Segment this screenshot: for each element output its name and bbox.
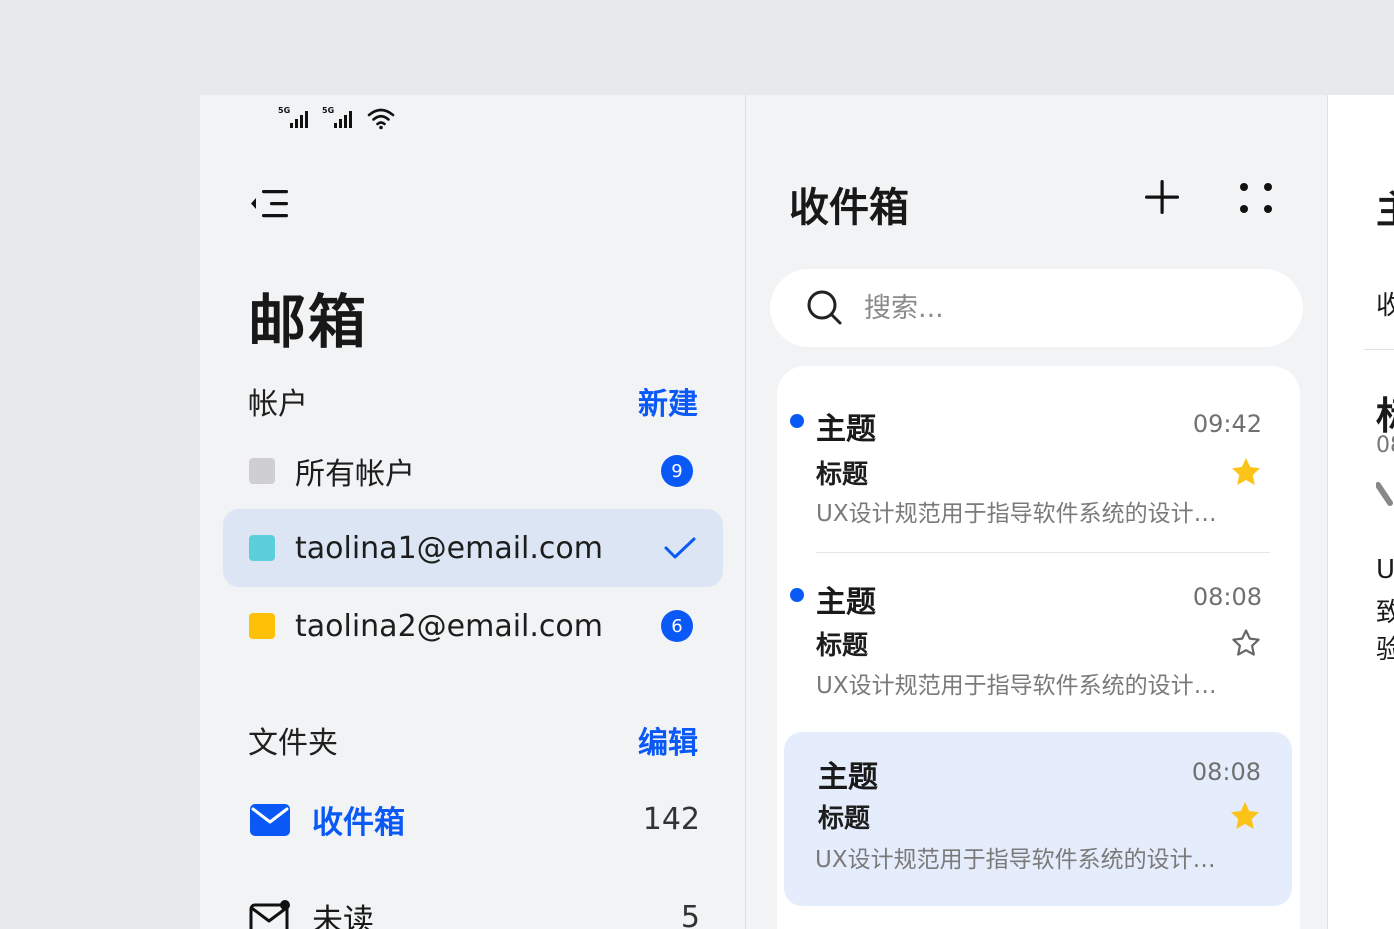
edit-folders-button[interactable]: 编辑 — [638, 718, 698, 762]
collapse-sidebar-button[interactable] — [248, 187, 292, 221]
more-dots-icon — [1240, 183, 1272, 213]
more-options-button[interactable] — [1236, 179, 1276, 219]
account-color-swatch — [249, 458, 275, 484]
detail-body-fragment: 验 — [1376, 635, 1394, 665]
network-type-label: 5G — [322, 106, 335, 115]
detail-title-fragment: 标 — [1376, 385, 1394, 440]
mail-subject: 主题 — [818, 760, 878, 795]
mail-item[interactable]: 主题 08:08 标题 UX设计规范用于指导软件系统的设计… — [777, 553, 1300, 729]
account-color-swatch — [249, 535, 275, 561]
account-name: taolina2@email.com — [295, 608, 603, 644]
mail-title: 标题 — [816, 631, 869, 661]
detail-subject-fragment: 主 — [1376, 179, 1394, 234]
network-type-label: 5G — [278, 106, 291, 115]
account-row-taolina2[interactable]: taolina2@email.com 6 — [223, 587, 723, 665]
detail-body-fragment: U — [1376, 555, 1394, 585]
checkmark-icon — [664, 537, 696, 559]
menu-collapse-icon — [251, 190, 288, 218]
mail-title: 标题 — [818, 804, 871, 834]
new-account-button[interactable]: 新建 — [638, 379, 698, 423]
mail-item[interactable]: 主题 09:42 标题 UX设计规范用于指导软件系统的设计… — [777, 366, 1300, 552]
signal-icon: 5G — [322, 106, 358, 130]
account-name: taolina1@email.com — [295, 530, 603, 566]
folder-name: 未读 — [312, 903, 374, 929]
unread-badge: 9 — [661, 455, 693, 487]
status-bar: 5G 5G — [278, 105, 396, 131]
mail-list: 主题 09:42 标题 UX设计规范用于指导软件系统的设计… 主题 08:08 … — [777, 366, 1300, 929]
mail-preview: UX设计规范用于指导软件系统的设计… — [816, 673, 1217, 699]
folder-item-inbox[interactable]: 收件箱 142 — [248, 797, 700, 842]
unread-dot — [790, 414, 804, 428]
mail-item-selected[interactable]: 主题 08:08 标题 UX设计规范用于指导软件系统的设计… — [784, 732, 1292, 906]
search-bar[interactable] — [770, 269, 1303, 347]
mail-time: 08:08 — [1191, 758, 1261, 786]
folders-label: 文件夹 — [248, 726, 338, 761]
detail-divider — [1364, 349, 1394, 350]
account-row-taolina1[interactable]: taolina1@email.com — [223, 509, 723, 587]
unread-dot — [790, 588, 804, 602]
search-icon — [807, 290, 842, 325]
page-title: 邮箱 — [248, 288, 369, 356]
plus-icon — [1145, 180, 1179, 214]
account-color-swatch — [249, 613, 275, 639]
mail-subject: 主题 — [816, 412, 876, 447]
mail-subject: 主题 — [816, 585, 876, 620]
mail-detail-pane: 主 收 标 08 U 致 验 — [1328, 95, 1394, 929]
detail-folder-fragment: 收 — [1376, 291, 1394, 321]
mail-time: 08:08 — [1192, 583, 1262, 611]
signal-icon: 5G — [278, 106, 314, 130]
folder-name: 收件箱 — [312, 805, 405, 841]
mail-time: 09:42 — [1192, 410, 1262, 438]
detail-body-fragment: 致 — [1376, 598, 1394, 628]
star-filled-icon[interactable] — [1230, 456, 1262, 488]
envelope-unread-icon — [249, 899, 290, 929]
account-row-all[interactable]: 所有帐户 9 — [223, 432, 723, 510]
inbox-title: 收件箱 — [789, 185, 909, 231]
folder-item-unread[interactable]: 未读 5 — [248, 895, 700, 929]
search-input[interactable] — [864, 292, 1264, 324]
attachment-icon — [1376, 482, 1393, 506]
star-filled-icon[interactable] — [1229, 800, 1261, 832]
mail-preview: UX设计规范用于指导软件系统的设计… — [815, 847, 1216, 873]
accounts-header: 帐户 新建 — [248, 379, 698, 423]
folder-count: 5 — [680, 900, 700, 929]
folders-header: 文件夹 编辑 — [248, 718, 698, 762]
accounts-label: 帐户 — [248, 387, 308, 422]
mail-preview: UX设计规范用于指导软件系统的设计… — [816, 501, 1217, 527]
account-name: 所有帐户 — [295, 457, 415, 492]
compose-button[interactable] — [1142, 177, 1182, 217]
wifi-icon — [367, 108, 395, 130]
folder-count: 142 — [642, 802, 700, 837]
unread-badge: 6 — [661, 610, 693, 642]
star-outline-icon[interactable] — [1230, 627, 1262, 659]
envelope-filled-icon — [250, 803, 290, 836]
tablet-screen: 5G 5G 邮箱 帐户 新建 所有帐户 9 taolina1@email.com… — [200, 95, 1394, 929]
mailbox-sidebar: 5G 5G 邮箱 帐户 新建 所有帐户 9 taolina1@email.com… — [200, 95, 745, 929]
detail-time-fragment: 08 — [1376, 433, 1394, 458]
mail-title: 标题 — [816, 460, 869, 490]
inbox-pane: 收件箱 主题 — [746, 95, 1328, 929]
